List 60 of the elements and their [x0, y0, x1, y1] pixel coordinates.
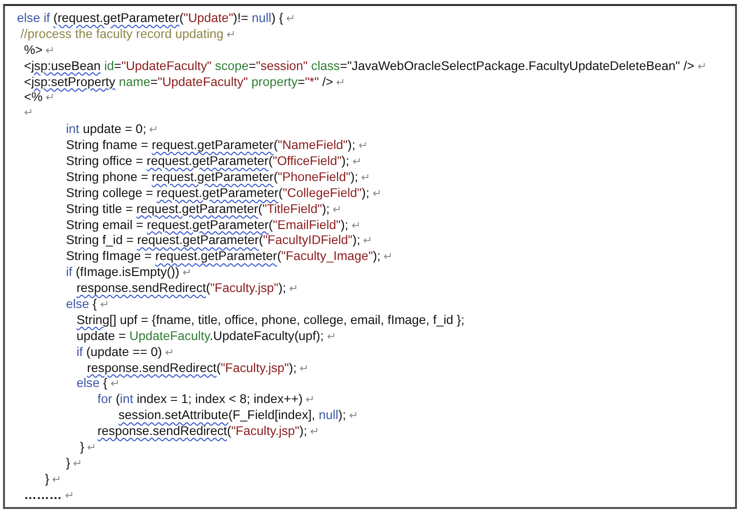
paragraph-mark: ↵	[363, 234, 372, 250]
paragraph-mark: ↵	[149, 123, 158, 138]
code-line: }	[44, 472, 50, 488]
code-line: int update = 0;	[65, 122, 146, 138]
paragraph-mark: ↵	[52, 472, 62, 488]
code-line: if (fImage.isEmpty())	[65, 265, 180, 282]
paragraph-mark: ↵	[226, 28, 236, 43]
paragraph-mark: ↵	[384, 250, 393, 266]
code-line: response.sendRedirect("Faculty.jsp");	[86, 360, 297, 376]
paragraph-mark: ↵	[64, 488, 74, 504]
code-line: String[] upf = {fname, title, office, phone, college, email, fImage, f_id };	[75, 312, 464, 329]
paragraph-mark: ↵	[349, 409, 358, 424]
code-line: String college = request.getParameter("CollegeField");	[65, 186, 370, 202]
code-line: }	[78, 440, 84, 456]
code-line: String fImage = request.getParameter("Faculty_Image");	[65, 249, 381, 266]
code-line: update = UpdateFaculty.UpdateFaculty(upf);	[75, 328, 324, 345]
paragraph-mark: ↵	[372, 186, 382, 202]
paragraph-mark: ↵	[24, 106, 33, 122]
paragraph-mark: ↵	[352, 155, 362, 170]
code-line: <jsp:useBean id="UpdateFaculty" scope="session" class="JavaWebOracleSelectPackage.FacultyUpdateDeleteBean" />	[23, 58, 694, 75]
paragraph-mark: ↵	[358, 139, 368, 154]
code-line: String fname = request.getParameter("NameField");	[65, 138, 356, 154]
paragraph-mark: ↵	[46, 91, 55, 106]
paragraph-mark: ↵	[182, 266, 192, 282]
paragraph-mark: ↵	[164, 346, 174, 361]
code-line: for (int index = 1; index < 8; index++)	[96, 392, 303, 408]
code-line: response.sendRedirect("Faculty.jsp");	[96, 424, 308, 440]
paragraph-mark: ↵	[306, 393, 315, 408]
code-line: String phone = request.getParameter("PhoneField");	[65, 170, 358, 186]
paragraph-mark: ↵	[46, 44, 55, 59]
code-line: else if (request.getParameter("Update")!= null) {	[17, 11, 284, 27]
code-line: else {	[75, 376, 108, 392]
paragraph-mark: ↵	[300, 362, 309, 377]
code-line: <%	[23, 90, 43, 106]
paragraph-mark: ↵	[336, 76, 346, 91]
code-line: String f_id = request.getParameter("FacultyIDField");	[65, 233, 360, 250]
code-line: %>	[23, 42, 43, 59]
paragraph-mark: ↵	[87, 441, 96, 456]
code-line: ………	[23, 488, 62, 504]
code-line: String title = request.getParameter("TitleField");	[65, 202, 330, 218]
code-line: else {	[65, 297, 97, 313]
paragraph-mark: ↵	[100, 298, 109, 314]
paragraph-mark: ↵	[326, 330, 336, 345]
code-line: String office = request.getParameter("OfficeField");	[65, 154, 350, 170]
code-line: response.sendRedirect("Faculty.jsp");	[75, 281, 286, 298]
code-line: }	[65, 456, 70, 472]
code-line: String email = request.getParameter("EmailField");	[65, 218, 348, 234]
code-line: session.setAttribute(F_Field[index], null);	[117, 408, 346, 424]
paragraph-mark: ↵	[289, 282, 298, 298]
paragraph-mark: ↵	[332, 202, 342, 218]
paragraph-mark: ↵	[351, 218, 360, 234]
paragraph-mark: ↵	[310, 425, 320, 440]
paragraph-mark: ↵	[697, 60, 706, 75]
code-line: //process the faculty record updating	[20, 26, 224, 43]
paragraph-mark: ↵	[361, 170, 370, 186]
paragraph-mark: ↵	[73, 456, 82, 472]
code-line: if (update == 0)	[75, 344, 162, 361]
code-line: <jsp:setProperty name="UpdateFaculty" property="*" />	[23, 74, 334, 90]
paragraph-mark: ↵	[110, 377, 120, 392]
paragraph-mark: ↵	[286, 12, 296, 27]
